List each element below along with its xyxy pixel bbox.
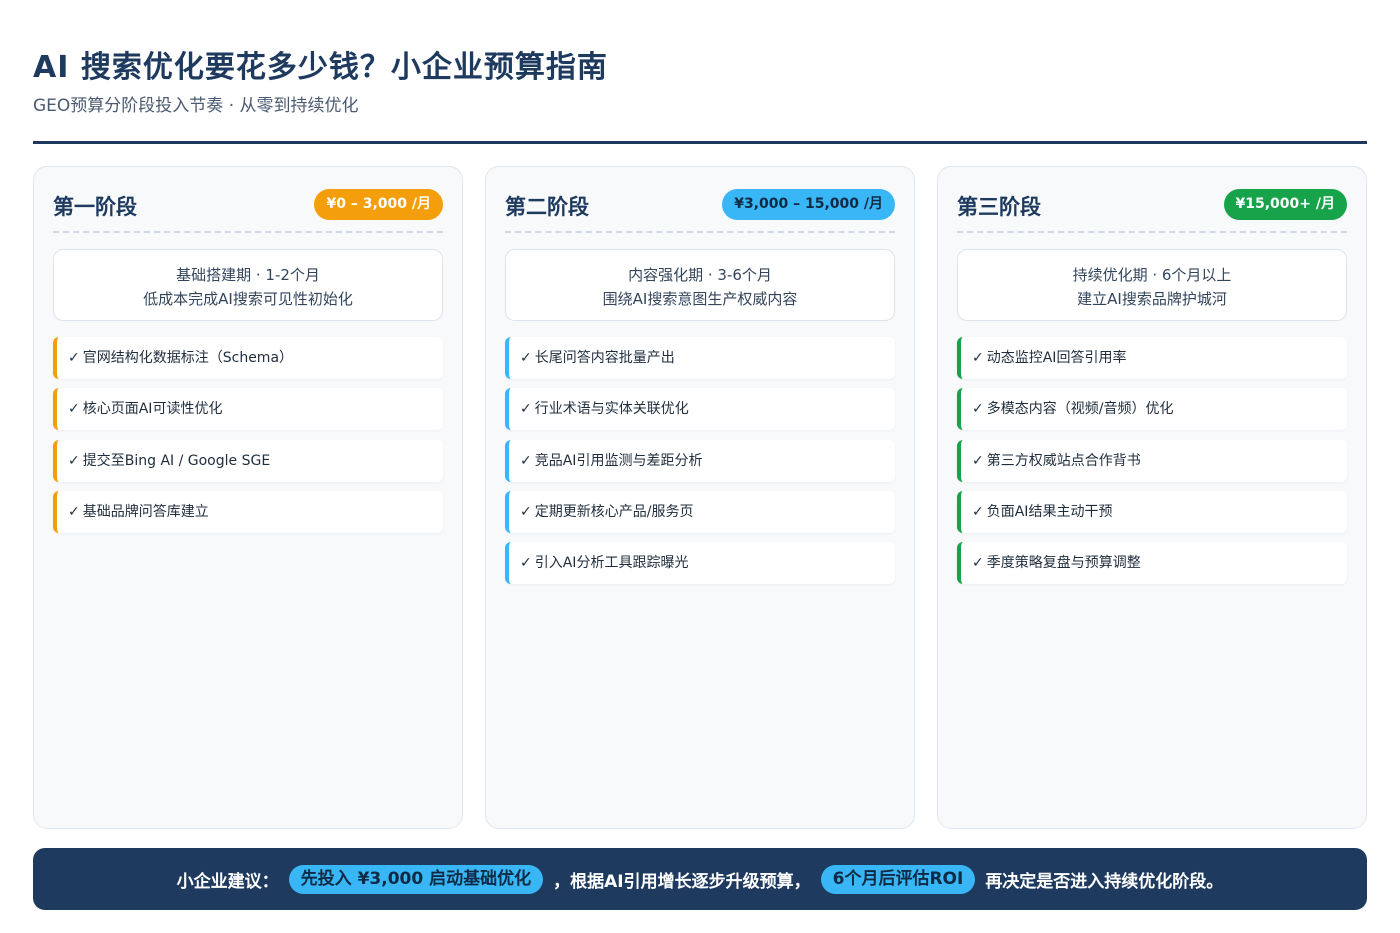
list-item-label: 行业术语与实体关联优化 <box>534 401 689 418</box>
stage-name: 第一阶段 <box>53 195 137 219</box>
list-item: ✓ 多模态内容（视频/音频）优化 <box>957 388 1347 431</box>
list-item-label: 提交至Bing AI / Google SGE <box>82 452 271 469</box>
list-item-label: 季度策略复盘与预算调整 <box>986 555 1141 572</box>
stage-goal: 低成本完成AI搜索可见性初始化 <box>143 290 353 308</box>
check-icon: ✓ <box>972 401 984 418</box>
list-item: ✓ 竞品AI引用监测与差距分析 <box>505 439 895 482</box>
list-item: ✓ 季度策略复盘与预算调整 <box>957 542 1347 585</box>
check-icon: ✓ <box>520 401 532 418</box>
banner-highlight-roi: 6个月后评估ROI <box>820 864 976 894</box>
check-icon: ✓ <box>972 350 984 366</box>
list-item: ✓ 第三方权威站点合作背书 <box>957 439 1347 482</box>
list-item: ✓ 动态监控AI回答引用率 <box>957 337 1347 379</box>
stage-period: 基础搭建期 · 1-2个月 <box>176 266 320 284</box>
check-icon: ✓ <box>68 452 80 469</box>
list-item-label: 多模态内容（视频/音频）优化 <box>986 401 1174 418</box>
check-icon: ✓ <box>68 350 80 366</box>
stage-item-list: ✓ 官网结构化数据标注（Schema） ✓ 核心页面AI可读性优化 ✓ 提交至Bing… <box>53 337 443 542</box>
stage-period: 持续优化期 · 6个月以上 <box>1072 266 1232 284</box>
list-item: ✓ 负面AI结果主动干预 <box>957 490 1347 533</box>
check-icon: ✓ <box>68 401 80 418</box>
check-icon: ✓ <box>520 503 532 520</box>
advice-banner: 小企业建议： 先投入 ¥3,000 启动基础优化 ，根据AI引用增长逐步升级预算… <box>33 848 1367 910</box>
page-subtitle: GEO预算分阶段投入节奏 · 从零到持续优化 <box>33 96 359 116</box>
stage-item-list: ✓ 长尾问答内容批量产出 ✓ 行业术语与实体关联优化 ✓ 竞品AI引用监测与差距分析 … <box>505 337 895 593</box>
check-icon: ✓ <box>520 555 532 572</box>
list-item: ✓ 基础品牌问答库建立 <box>53 490 443 533</box>
stage-description: 基础搭建期 · 1-2个月 低成本完成AI搜索可见性初始化 <box>53 249 443 321</box>
stage-name: 第三阶段 <box>957 195 1041 219</box>
banner-middle-text: ，根据AI引用增长逐步升级预算， <box>553 871 811 892</box>
check-icon: ✓ <box>972 555 984 572</box>
stage-goal: 建立AI搜索品牌护城河 <box>1077 290 1227 308</box>
stage-card-2: 第二阶段 ¥3,000 – 15,000 /月 内容强化期 · 3-6个月 围绕… <box>485 166 915 829</box>
stage-name: 第二阶段 <box>505 195 589 219</box>
stage-period: 内容强化期 · 3-6个月 <box>628 266 772 284</box>
check-icon: ✓ <box>972 503 984 520</box>
check-icon: ✓ <box>520 350 532 366</box>
stage-goal: 围绕AI搜索意图生产权威内容 <box>602 290 798 308</box>
stage-card-3: 第三阶段 ¥15,000+ /月 持续优化期 · 6个月以上 建立AI搜索品牌护… <box>937 166 1367 829</box>
stage-item-list: ✓ 动态监控AI回答引用率 ✓ 多模态内容（视频/音频）优化 ✓ 第三方权威站点合作背… <box>957 337 1347 593</box>
check-icon: ✓ <box>972 452 984 469</box>
title-divider <box>33 141 1367 144</box>
list-item: ✓ 官网结构化数据标注（Schema） <box>53 337 443 379</box>
price-badge: ¥0 – 3,000 /月 <box>314 189 443 220</box>
banner-lead: 小企业建议： <box>176 871 279 892</box>
check-icon: ✓ <box>520 452 532 469</box>
banner-tail-text: 再决定是否进入持续优化阶段。 <box>985 871 1224 892</box>
list-item: ✓ 长尾问答内容批量产出 <box>505 337 895 379</box>
list-item: ✓ 提交至Bing AI / Google SGE <box>53 439 443 482</box>
list-item: ✓ 定期更新核心产品/服务页 <box>505 490 895 533</box>
list-item-label: 负面AI结果主动干预 <box>986 503 1113 520</box>
list-item-label: 动态监控AI回答引用率 <box>986 350 1127 366</box>
stage-card-header: 第三阶段 ¥15,000+ /月 <box>957 187 1347 233</box>
list-item-label: 引入AI分析工具跟踪曝光 <box>534 555 689 572</box>
stage-card-header: 第二阶段 ¥3,000 – 15,000 /月 <box>505 187 895 233</box>
price-badge: ¥15,000+ /月 <box>1223 189 1347 220</box>
list-item-label: 定期更新核心产品/服务页 <box>534 503 694 520</box>
banner-highlight-budget: 先投入 ¥3,000 启动基础优化 <box>288 864 544 894</box>
list-item: ✓ 引入AI分析工具跟踪曝光 <box>505 542 895 585</box>
list-item-label: 长尾问答内容批量产出 <box>534 350 675 366</box>
list-item: ✓ 行业术语与实体关联优化 <box>505 388 895 431</box>
price-badge: ¥3,000 – 15,000 /月 <box>722 189 895 220</box>
list-item-label: 第三方权威站点合作背书 <box>986 452 1141 469</box>
stage-card-header: 第一阶段 ¥0 – 3,000 /月 <box>53 187 443 233</box>
page-title: AI 搜索优化要花多少钱？小企业预算指南 <box>33 50 608 85</box>
list-item-label: 官网结构化数据标注（Schema） <box>82 350 294 366</box>
list-item-label: 核心页面AI可读性优化 <box>82 401 223 418</box>
check-icon: ✓ <box>68 503 80 520</box>
list-item-label: 竞品AI引用监测与差距分析 <box>534 452 703 469</box>
stage-description: 内容强化期 · 3-6个月 围绕AI搜索意图生产权威内容 <box>505 249 895 321</box>
list-item: ✓ 核心页面AI可读性优化 <box>53 388 443 431</box>
list-item-label: 基础品牌问答库建立 <box>82 503 209 520</box>
stage-card-1: 第一阶段 ¥0 – 3,000 /月 基础搭建期 · 1-2个月 低成本完成AI… <box>33 166 463 829</box>
stage-description: 持续优化期 · 6个月以上 建立AI搜索品牌护城河 <box>957 249 1347 321</box>
